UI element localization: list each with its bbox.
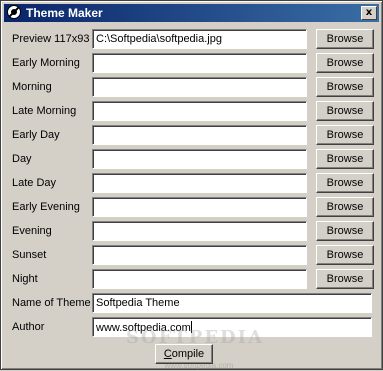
- early-morning-field[interactable]: [92, 53, 307, 73]
- late-morning-browse-button[interactable]: Browse: [316, 101, 374, 121]
- evening-field[interactable]: [92, 221, 307, 241]
- preview-label: Preview 117x93: [12, 33, 90, 45]
- morning-label: Morning: [12, 81, 52, 93]
- early-day-label: Early Day: [12, 129, 60, 141]
- evening-browse-button[interactable]: Browse: [316, 221, 374, 241]
- early-morning-label: Early Morning: [12, 57, 80, 69]
- early-day-field[interactable]: [92, 125, 307, 145]
- day-browse-button[interactable]: Browse: [316, 149, 374, 169]
- author-value: www.softpedia.com: [96, 322, 191, 334]
- window-title: Theme Maker: [26, 6, 103, 20]
- night-field[interactable]: [92, 269, 307, 289]
- text-caret: [190, 321, 192, 333]
- night-browse-button[interactable]: Browse: [316, 269, 374, 289]
- compile-button[interactable]: Compile: [155, 344, 213, 364]
- late-morning-field[interactable]: [92, 101, 307, 121]
- sunset-browse-button[interactable]: Browse: [316, 245, 374, 265]
- theme-name-label: Name of Theme: [12, 297, 91, 309]
- morning-browse-button[interactable]: Browse: [316, 77, 374, 97]
- early-morning-browse-button[interactable]: Browse: [316, 53, 374, 73]
- early-evening-label: Early Evening: [12, 201, 80, 213]
- late-morning-label: Late Morning: [12, 105, 77, 117]
- compile-accelerator: C: [163, 348, 172, 360]
- author-label: Author: [12, 321, 45, 333]
- author-field[interactable]: www.softpedia.com: [92, 317, 372, 337]
- theme-maker-window: Theme Maker x Preview 117x93 C:\Softpedi…: [0, 0, 383, 370]
- early-day-browse-button[interactable]: Browse: [316, 125, 374, 145]
- late-day-field[interactable]: [92, 173, 307, 193]
- day-label: Day: [12, 153, 32, 165]
- late-day-label: Late Day: [12, 177, 57, 189]
- sunset-label: Sunset: [12, 249, 47, 261]
- day-field[interactable]: [92, 149, 307, 169]
- evening-label: Evening: [12, 225, 52, 237]
- late-day-browse-button[interactable]: Browse: [316, 173, 374, 193]
- preview-browse-button[interactable]: Browse: [316, 29, 374, 49]
- early-evening-field[interactable]: [92, 197, 307, 217]
- close-button[interactable]: x: [361, 6, 377, 20]
- preview-path-field[interactable]: C:\Softpedia\softpedia.jpg: [92, 29, 307, 49]
- theme-name-field[interactable]: Softpedia Theme: [92, 293, 372, 313]
- title-bar[interactable]: Theme Maker x: [4, 4, 379, 22]
- sunset-field[interactable]: [92, 245, 307, 265]
- night-label: Night: [12, 273, 38, 285]
- early-evening-browse-button[interactable]: Browse: [316, 197, 374, 217]
- theme-maker-icon[interactable]: [7, 5, 21, 19]
- morning-field[interactable]: [92, 77, 307, 97]
- compile-label-rest: ompile: [171, 348, 205, 360]
